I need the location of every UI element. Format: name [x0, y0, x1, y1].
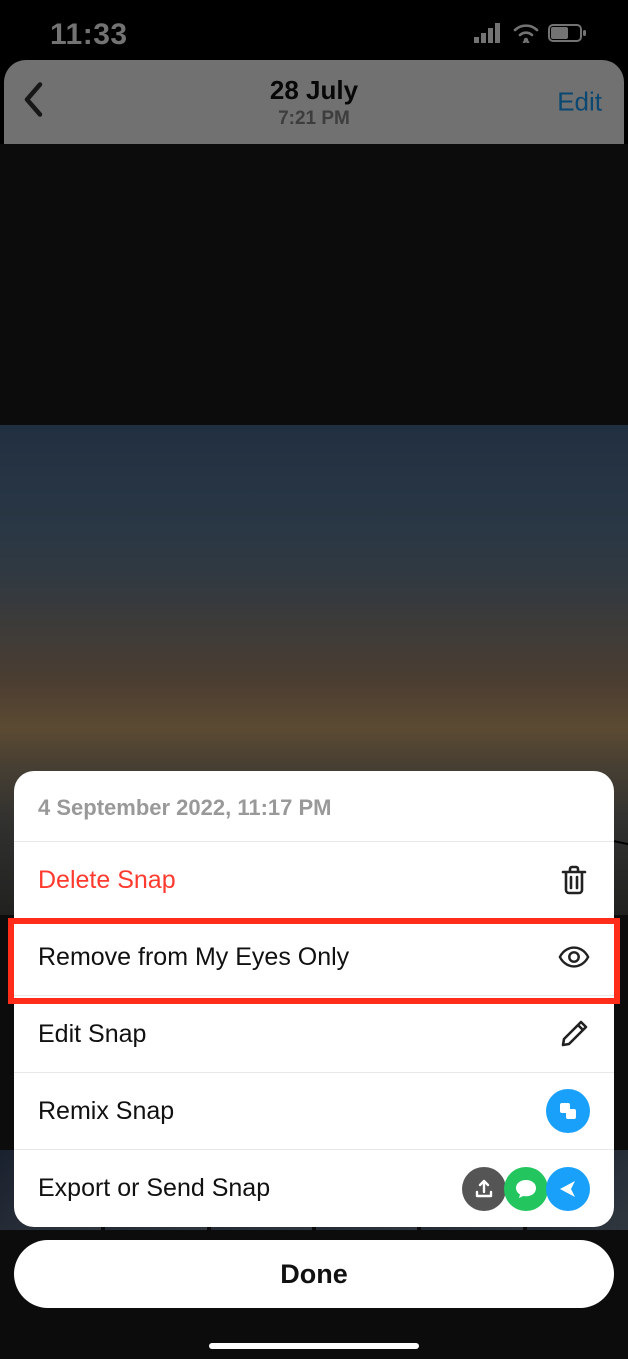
done-label: Done — [280, 1259, 348, 1290]
trash-icon — [558, 864, 590, 896]
remove-label: Remove from My Eyes Only — [38, 943, 349, 972]
delete-snap-label: Delete Snap — [38, 866, 176, 895]
send-icon — [546, 1167, 590, 1211]
pencil-icon — [558, 1018, 590, 1050]
remix-icon — [546, 1089, 590, 1133]
sheet-header: 4 September 2022, 11:17 PM — [14, 771, 614, 842]
export-send-label: Export or Send Snap — [38, 1174, 270, 1203]
action-sheet: 4 September 2022, 11:17 PM Delete Snap R… — [14, 771, 614, 1227]
edit-snap-row[interactable]: Edit Snap — [14, 996, 614, 1073]
delete-snap-row[interactable]: Delete Snap — [14, 842, 614, 919]
sheet-timestamp: 4 September 2022, 11:17 PM — [38, 795, 590, 821]
export-icon — [462, 1167, 506, 1211]
remove-from-my-eyes-only-row[interactable]: Remove from My Eyes Only — [14, 919, 614, 996]
remix-snap-label: Remix Snap — [38, 1097, 174, 1126]
edit-snap-label: Edit Snap — [38, 1020, 146, 1049]
remix-icons — [546, 1089, 590, 1133]
remix-snap-row[interactable]: Remix Snap — [14, 1073, 614, 1150]
message-icon — [504, 1167, 548, 1211]
done-button[interactable]: Done — [14, 1240, 614, 1308]
export-or-send-row[interactable]: Export or Send Snap — [14, 1150, 614, 1227]
eye-icon — [558, 941, 590, 973]
export-icons-group — [462, 1167, 590, 1211]
home-indicator[interactable] — [209, 1343, 419, 1349]
